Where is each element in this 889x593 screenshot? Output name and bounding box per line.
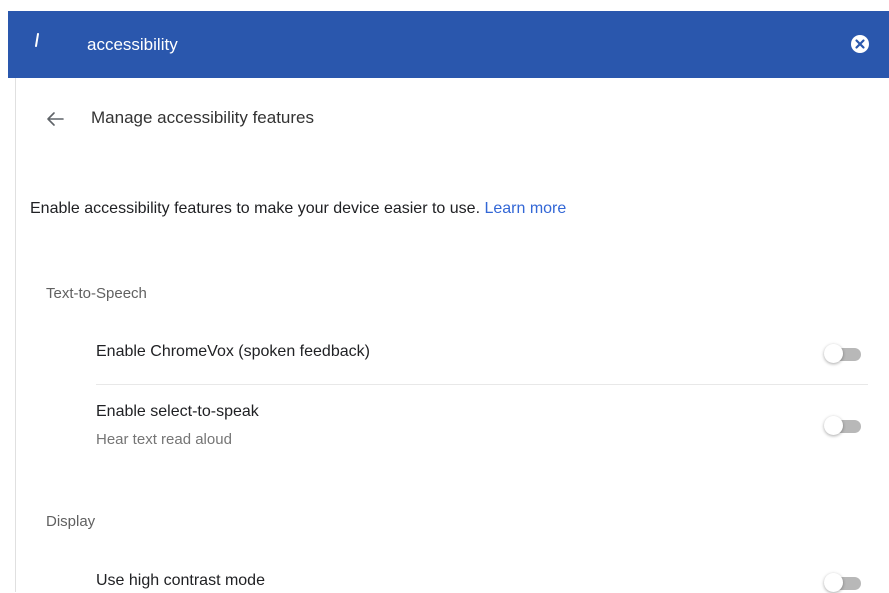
search-caret-icon — [34, 33, 40, 47]
window-top-band — [0, 0, 889, 11]
high-contrast-label: Use high contrast mode — [96, 572, 265, 589]
subpage-header: Manage accessibility features — [16, 78, 889, 160]
toggle-knob — [824, 573, 843, 592]
arrow-left-icon — [47, 112, 64, 126]
search-bar[interactable]: accessibility — [8, 11, 889, 78]
toggle-knob — [824, 344, 843, 363]
page-title: Manage accessibility features — [91, 108, 315, 127]
intro-description: Enable accessibility features to make yo… — [30, 200, 485, 217]
select-to-speak-toggle[interactable] — [824, 416, 862, 436]
select-to-speak-sublabel: Hear text read aloud — [96, 431, 232, 448]
section-title-tts: Text-to-Speech — [46, 285, 147, 302]
back-button[interactable] — [44, 108, 66, 130]
search-input[interactable]: accessibility — [87, 34, 178, 56]
section-title-display: Display — [46, 513, 96, 530]
chromevox-toggle[interactable] — [824, 344, 862, 364]
select-to-speak-label: Enable select-to-speak — [96, 403, 259, 420]
learn-more-link[interactable]: Learn more — [484, 200, 566, 217]
clear-search-icon[interactable] — [850, 34, 870, 54]
intro-text: Enable accessibility features to make yo… — [30, 198, 566, 220]
high-contrast-toggle[interactable] — [824, 573, 862, 593]
chromevox-label: Enable ChromeVox (spoken feedback) — [96, 343, 370, 360]
left-rail — [0, 11, 8, 592]
toggle-knob — [824, 416, 843, 435]
row-divider — [96, 384, 868, 385]
